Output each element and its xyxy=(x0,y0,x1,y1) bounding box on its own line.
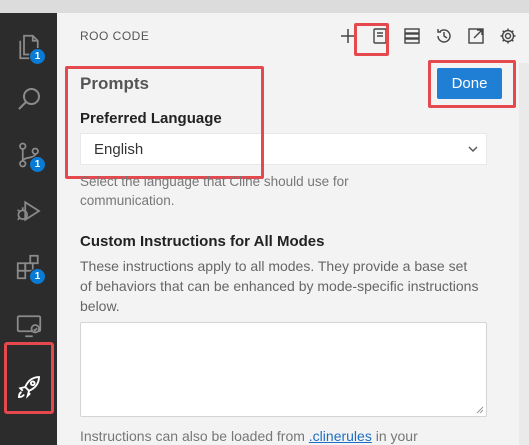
activity-run-debug[interactable] xyxy=(0,183,57,239)
mcp-servers-icon xyxy=(404,28,420,44)
roo-code-panel: ROO CODE Prompts Done Preferred Language… xyxy=(57,13,529,445)
extensions-badge: 1 xyxy=(29,268,46,285)
panel-title: ROO CODE xyxy=(80,29,150,43)
footer-prefix: Instructions can also be loaded from xyxy=(80,428,309,444)
activity-search[interactable] xyxy=(0,71,57,127)
activity-remote-explorer[interactable] xyxy=(0,297,57,353)
plus-icon xyxy=(341,29,355,43)
activity-bar: 1 1 1 xyxy=(0,13,57,445)
prompts-button[interactable] xyxy=(369,25,391,47)
done-button[interactable]: Done xyxy=(437,68,502,99)
activity-roo-code[interactable] xyxy=(0,359,57,415)
activity-source-control[interactable]: 1 xyxy=(0,127,57,183)
history-button[interactable] xyxy=(433,25,455,47)
remote-explorer-icon xyxy=(16,315,41,338)
preferred-language-help: Select the language that Cline should us… xyxy=(80,174,349,208)
chevron-down-icon xyxy=(468,146,478,152)
app-window: 1 1 1 ROO CODE Prompts Done Preferred La… xyxy=(0,0,529,445)
history-icon xyxy=(437,29,451,43)
preferred-language-value: English xyxy=(94,140,144,158)
preferred-language-label: Preferred Language xyxy=(80,110,222,127)
settings-button[interactable] xyxy=(497,25,519,47)
popout-icon xyxy=(468,28,484,44)
prompts-icon xyxy=(373,28,387,44)
custom-instructions-label: Custom Instructions for All Modes xyxy=(80,233,325,250)
custom-instructions-footer: Instructions can also be loaded from .cl… xyxy=(80,428,418,444)
run-debug-icon xyxy=(16,200,41,222)
activity-extensions[interactable]: 1 xyxy=(0,239,57,295)
custom-instructions-description: These instructions apply to all modes. T… xyxy=(80,258,479,314)
popout-button[interactable] xyxy=(465,25,487,47)
source-control-badge: 1 xyxy=(29,156,46,173)
rocket-icon xyxy=(17,376,40,399)
activity-explorer[interactable]: 1 xyxy=(0,19,57,75)
prompts-heading: Prompts xyxy=(80,74,149,93)
clinerules-link[interactable]: .clinerules xyxy=(309,428,372,444)
explorer-badge: 1 xyxy=(29,48,46,65)
new-task-button[interactable] xyxy=(337,25,359,47)
panel-scrollbar[interactable] xyxy=(519,63,529,445)
footer-suffix: in your xyxy=(371,428,418,444)
gear-icon xyxy=(500,28,516,44)
preferred-language-select[interactable]: English xyxy=(80,133,487,165)
panel-toolbar xyxy=(337,23,519,49)
mcp-servers-button[interactable] xyxy=(401,25,423,47)
resize-handle-icon[interactable] xyxy=(474,404,484,414)
window-top-strip xyxy=(0,0,529,13)
custom-instructions-textarea[interactable] xyxy=(80,322,487,417)
search-icon xyxy=(17,88,40,110)
